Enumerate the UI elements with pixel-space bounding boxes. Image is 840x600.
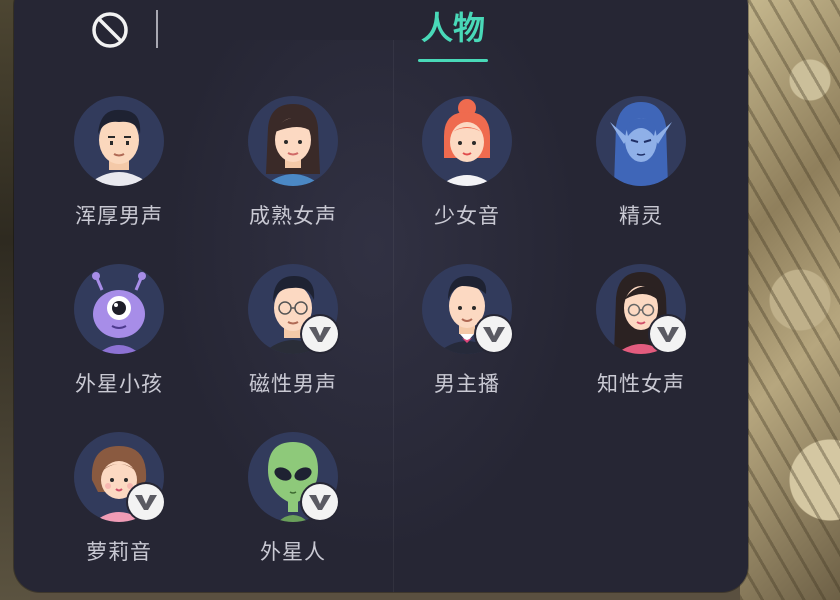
voice-label: 成熟女声 <box>249 204 337 228</box>
voice-option-male-host[interactable]: 男主播 <box>392 264 542 414</box>
voice-option-alien-kid[interactable]: 外星小孩 <box>44 264 194 414</box>
voice-label: 磁性男声 <box>249 372 337 396</box>
voice-label: 知性女声 <box>597 372 685 396</box>
mature-female-avatar <box>248 96 338 186</box>
deep-male-avatar <box>74 96 164 186</box>
tab-characters-label: 人物 <box>420 9 485 47</box>
vip-badge-icon <box>302 484 338 520</box>
voice-option-elf[interactable]: 精灵 <box>566 96 716 246</box>
disable-voice-button[interactable] <box>90 10 130 50</box>
vip-badge-icon <box>302 316 338 352</box>
voice-label: 少女音 <box>434 204 500 228</box>
voice-label: 浑厚男声 <box>75 204 163 228</box>
voice-option-young-girl[interactable]: 少女音 <box>392 96 542 246</box>
voice-label: 精灵 <box>619 204 663 228</box>
voice-label: 萝莉音 <box>86 540 152 564</box>
voice-option-mature-female[interactable]: 成熟女声 <box>218 96 368 246</box>
voice-label: 外星小孩 <box>75 372 163 396</box>
tab-characters[interactable]: 人物 <box>412 6 494 62</box>
voice-option-deep-male[interactable]: 浑厚男声 <box>44 96 194 246</box>
young-girl-avatar <box>422 96 512 186</box>
vip-badge-icon <box>476 316 512 352</box>
voice-label: 外星人 <box>260 540 326 564</box>
voice-changer-panel: 人物 浑厚男声 成熟女声 少女音 精灵 外星小孩 磁性男声 男主播 知性女声 萝… <box>14 0 748 592</box>
alien-kid-avatar <box>74 264 164 354</box>
game-background-right <box>740 0 840 600</box>
voice-option-magnetic-male[interactable]: 磁性男声 <box>218 264 368 414</box>
prohibit-icon <box>92 12 128 48</box>
vip-badge-icon <box>128 484 164 520</box>
voice-option-alien[interactable]: 外星人 <box>218 432 368 582</box>
voice-option-loli[interactable]: 萝莉音 <box>44 432 194 582</box>
vip-badge-icon <box>650 316 686 352</box>
tab-active-underline <box>418 59 488 62</box>
toolbar-divider <box>156 10 158 48</box>
voice-option-intellectual-female[interactable]: 知性女声 <box>566 264 716 414</box>
voice-label: 男主播 <box>434 372 500 396</box>
elf-avatar <box>596 96 686 186</box>
